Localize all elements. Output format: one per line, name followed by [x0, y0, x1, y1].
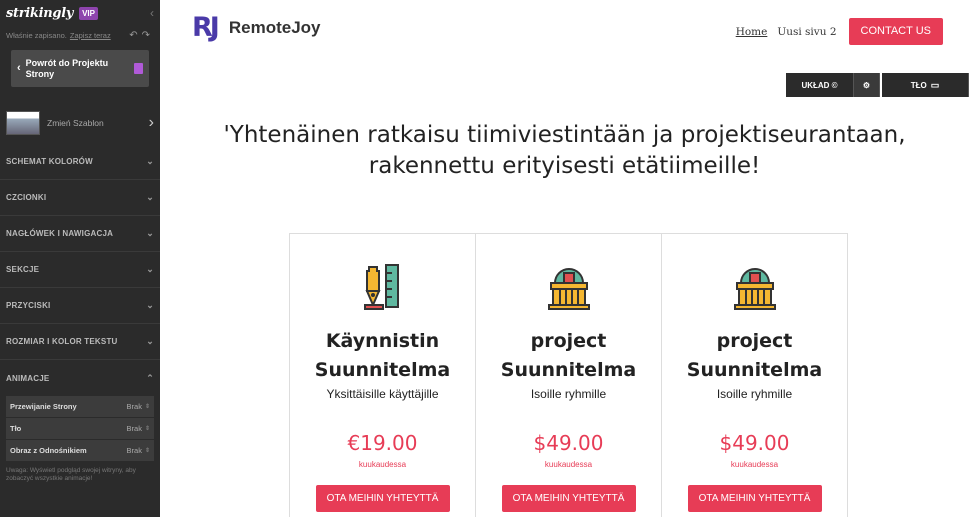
plan-price: €19.00: [347, 431, 418, 455]
section-color-scheme[interactable]: SCHEMAT KOLORÓW ⌄: [0, 144, 160, 180]
plan-subtitle: Isoille ryhmille: [530, 387, 607, 401]
pricing-card: project Suunnitelma Isoille ryhmille $49…: [662, 234, 847, 517]
plan-title: Käynnistin Suunnitelma: [290, 327, 475, 385]
chevron-right-icon: ›: [148, 114, 154, 131]
animation-value: Brak: [126, 446, 142, 455]
hero-headline[interactable]: 'Yhtenäinen ratkaisu tiimiviestintään ja…: [160, 120, 969, 182]
animation-settings: Przewijanie Strony Brak ⇕ Tło Brak ⇕ Obraz z…: [6, 396, 154, 462]
strikingly-logo: strikingly: [6, 5, 74, 21]
animation-value: Brak: [126, 424, 142, 433]
plan-title-line-2: Suunnitelma: [686, 359, 823, 381]
animation-row-linked-image[interactable]: Obraz z Odnośnikiem Brak ⇕: [6, 440, 154, 462]
drafting-tools-icon: [359, 261, 407, 311]
plan-subtitle: Isoille ryhmille: [716, 387, 793, 401]
section-header-navigation[interactable]: NAGŁÓWEK I NAWIGACJA ⌄: [0, 216, 160, 252]
plan-contact-button[interactable]: OTA MEIHIN YHTEYTTÄ: [687, 485, 822, 512]
chevron-down-icon: ⌄: [146, 228, 154, 238]
plan-contact-button[interactable]: OTA MEIHIN YHTEYTTÄ: [315, 485, 450, 512]
section-label: ANIMACJE: [6, 373, 50, 383]
pricing-table: Käynnistin Suunnitelma Yksittäisille käy…: [289, 233, 848, 517]
chevron-up-icon: ⌃: [146, 372, 154, 383]
collapse-sidebar-icon[interactable]: ‹: [150, 6, 154, 20]
plan-title-line-2: Suunnitelma: [500, 359, 637, 381]
nav-home[interactable]: Home: [736, 26, 768, 38]
page-icon: [134, 63, 143, 74]
brand-name: RemoteJoy: [228, 17, 321, 37]
plan-price: $49.00: [533, 431, 604, 455]
layout-button[interactable]: UKŁAD ©: [786, 73, 854, 97]
background-label: TŁO: [910, 80, 927, 90]
site-nav: Home Uusi sivu 2 CONTACT US: [736, 18, 943, 45]
chevron-down-icon: ⌄: [146, 336, 154, 346]
chevron-down-icon: ⌄: [146, 264, 154, 274]
animation-label: Obraz z Odnośnikiem: [10, 446, 87, 455]
settings-sections: SCHEMAT KOLORÓW ⌄ CZCIONKI ⌄ NAGŁÓWEK I NA…: [0, 144, 160, 396]
headline-line-2: rakennettu erityisesti etätiimeille!: [368, 153, 761, 179]
plan-period: kuukaudessa: [730, 460, 779, 469]
animation-label: Przewijanie Strony: [10, 402, 77, 411]
change-template-label: Zmień Szablon: [47, 118, 104, 128]
plan-title-line-1: project: [530, 330, 607, 352]
site-brand[interactable]: RJ RemoteJoy: [192, 12, 320, 43]
plan-title-line-1: Käynnistin: [325, 330, 440, 352]
chevron-down-icon: ⌄: [146, 300, 154, 310]
section-label: ROZMIAR I KOLOR TEKSTU: [6, 337, 118, 346]
plan-title: project Suunnitelma: [662, 327, 847, 385]
back-button-label: Powrót do Projektu Strony: [25, 57, 109, 79]
section-animations[interactable]: ANIMACJE ⌃: [0, 360, 160, 396]
pricing-card: Käynnistin Suunnitelma Yksittäisille käy…: [290, 234, 476, 517]
nav-page-2[interactable]: Uusi sivu 2: [777, 26, 836, 38]
animation-row-page-scroll[interactable]: Przewijanie Strony Brak ⇕: [6, 396, 154, 418]
section-text-size-color[interactable]: ROZMIAR I KOLOR TEKSTU ⌄: [0, 324, 160, 360]
animation-row-background[interactable]: Tło Brak ⇕: [6, 418, 154, 440]
undo-redo-icons[interactable]: ↶↷: [129, 30, 154, 41]
plan-period: kuukaudessa: [358, 460, 407, 469]
change-template-item[interactable]: Zmień Szablon ›: [0, 107, 160, 139]
section-edit-toolbar: UKŁAD © ⚙ TŁO ▭: [786, 73, 969, 97]
chevron-down-icon: ⌄: [146, 192, 154, 202]
app: strikingly VIP ‹ Właśnie zapisano. Zapis…: [0, 0, 969, 517]
contact-us-button[interactable]: CONTACT US: [848, 18, 943, 45]
animation-value: Brak: [126, 402, 142, 411]
section-label: SEKCJE: [6, 265, 40, 274]
plan-title: project Suunnitelma: [476, 327, 661, 385]
back-to-site-button[interactable]: ‹ Powrót do Projektu Strony: [11, 50, 149, 87]
site-preview: RJ RemoteJoy Home Uusi sivu 2 CONTACT US…: [160, 0, 969, 517]
stepper-icon: ⇕: [144, 426, 150, 432]
plan-period: kuukaudessa: [544, 460, 593, 469]
headline-line-1: 'Yhtenäinen ratkaisu tiimiviestintään ja…: [223, 122, 906, 148]
brand-logo-mark: RJ: [192, 12, 220, 43]
save-status: Właśnie zapisano. Zapisz teraz ↶↷: [0, 26, 160, 44]
chevron-down-icon: ⌄: [146, 156, 154, 166]
plan-contact-button[interactable]: OTA MEIHIN YHTEYTTÄ: [501, 485, 636, 512]
gear-icon[interactable]: ⚙: [854, 73, 880, 97]
stepper-icon: ⇕: [144, 448, 150, 454]
section-buttons[interactable]: PRZYCISKI ⌄: [0, 288, 160, 324]
plan-subtitle: Yksittäisille käyttäjille: [326, 387, 439, 401]
save-status-text: Właśnie zapisano.: [6, 30, 67, 40]
animation-label: Tło: [10, 424, 22, 433]
sidebar-header: strikingly VIP ‹: [0, 0, 160, 26]
plan-title-line-2: Suunnitelma: [314, 359, 451, 381]
stepper-icon: ⇕: [144, 404, 150, 410]
editor-sidebar: strikingly VIP ‹ Właśnie zapisano. Zapis…: [0, 0, 160, 517]
background-button[interactable]: TŁO ▭: [882, 73, 969, 97]
section-label: SCHEMAT KOLORÓW: [6, 157, 93, 166]
section-sections[interactable]: SEKCJE ⌄: [0, 252, 160, 288]
vip-badge: VIP: [79, 6, 98, 20]
section-label: NAGŁÓWEK I NAWIGACJA: [6, 229, 114, 238]
animation-hint: Uwaga: Wyświetl podgląd swojej witryny, …: [6, 467, 136, 482]
chevron-left-icon: ‹: [17, 62, 21, 74]
building-icon: [545, 261, 593, 311]
building-icon: [731, 261, 779, 311]
section-label: CZCIONKI: [6, 193, 47, 202]
plan-title-line-1: project: [716, 330, 793, 352]
image-icon: ▭: [930, 79, 940, 90]
section-label: PRZYCISKI: [6, 301, 51, 310]
pricing-card: project Suunnitelma Isoille ryhmille $49…: [476, 234, 662, 517]
template-thumbnail: [6, 111, 40, 135]
section-fonts[interactable]: CZCIONKI ⌄: [0, 180, 160, 216]
plan-price: $49.00: [719, 431, 790, 455]
save-now-link[interactable]: Zapisz teraz: [70, 31, 111, 40]
